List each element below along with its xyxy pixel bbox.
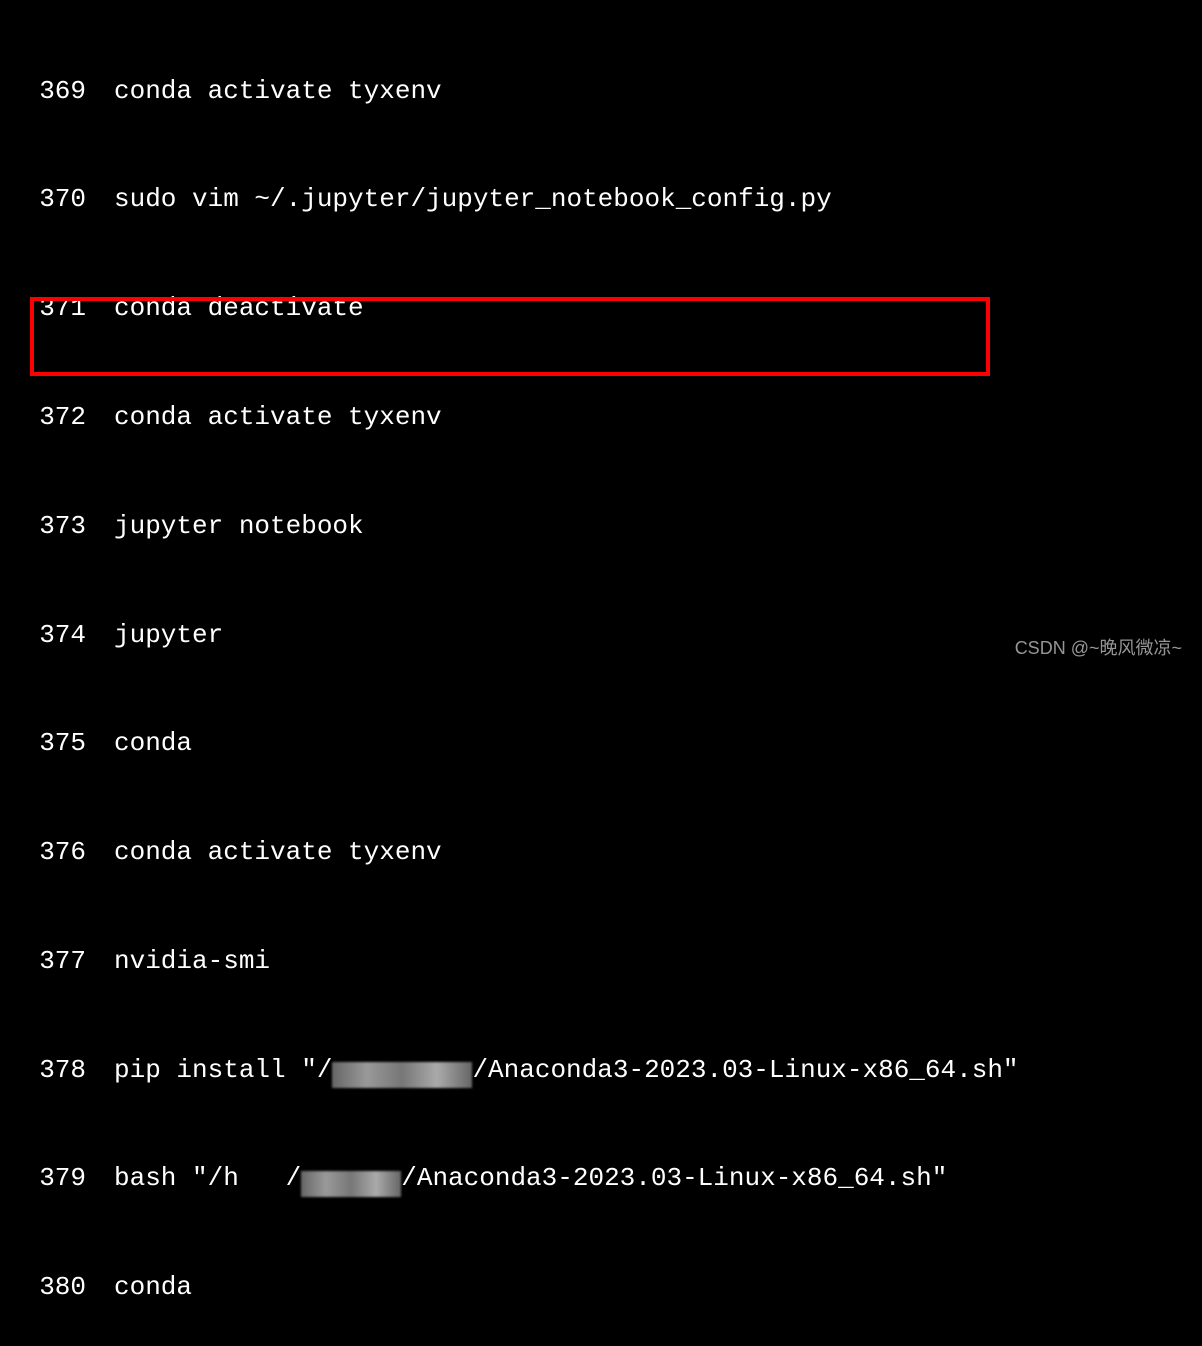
command-text: conda activate tyxenv <box>114 834 442 870</box>
command-text: bash "/h //Anaconda3-2023.03-Linux-x86_6… <box>114 1160 947 1196</box>
line-number: 375 <box>30 725 86 761</box>
line-number: 379 <box>30 1160 86 1196</box>
line-number: 376 <box>30 834 86 870</box>
command-text: conda deactivate <box>114 290 364 326</box>
history-line: 378 pip install "//Anaconda3-2023.03-Linu… <box>30 1052 1172 1088</box>
history-line: 380 conda <box>30 1269 1172 1305</box>
redacted-text <box>332 1062 472 1088</box>
command-text: conda <box>114 725 192 761</box>
line-number: 374 <box>30 617 86 653</box>
line-number: 372 <box>30 399 86 435</box>
command-text: pip install "//Anaconda3-2023.03-Linux-x… <box>114 1052 1019 1088</box>
history-line: 371 conda deactivate <box>30 290 1172 326</box>
line-number: 371 <box>30 290 86 326</box>
redacted-text <box>301 1171 401 1197</box>
history-line: 374 jupyter <box>30 617 1172 653</box>
history-line: 369 conda activate tyxenv <box>30 73 1172 109</box>
line-number: 373 <box>30 508 86 544</box>
command-text: jupyter <box>114 617 223 653</box>
line-number: 370 <box>30 181 86 217</box>
watermark-text: CSDN @~晚风微凉~ <box>1015 636 1182 661</box>
command-text: conda activate tyxenv <box>114 399 442 435</box>
line-number: 369 <box>30 73 86 109</box>
command-text: jupyter notebook <box>114 508 364 544</box>
history-line: 377 nvidia-smi <box>30 943 1172 979</box>
command-text: conda activate tyxenv <box>114 73 442 109</box>
line-number: 380 <box>30 1269 86 1305</box>
command-text: nvidia-smi <box>114 943 270 979</box>
command-text: conda <box>114 1269 192 1305</box>
line-number: 378 <box>30 1052 86 1088</box>
history-line: 370 sudo vim ~/.jupyter/jupyter_notebook_… <box>30 182 1172 218</box>
history-line: 375 conda <box>30 725 1172 761</box>
line-number: 377 <box>30 943 86 979</box>
terminal-output: 369 conda activate tyxenv 370 sudo vim ~/.… <box>30 0 1172 1346</box>
history-line: 373 jupyter notebook <box>30 508 1172 544</box>
command-text: sudo vim ~/.jupyter/jupyter_notebook_con… <box>114 181 832 217</box>
history-line: 372 conda activate tyxenv <box>30 399 1172 435</box>
history-line: 376 conda activate tyxenv <box>30 834 1172 870</box>
history-line: 379 bash "/h //Anaconda3-2023.03-Linux-x8… <box>30 1161 1172 1197</box>
